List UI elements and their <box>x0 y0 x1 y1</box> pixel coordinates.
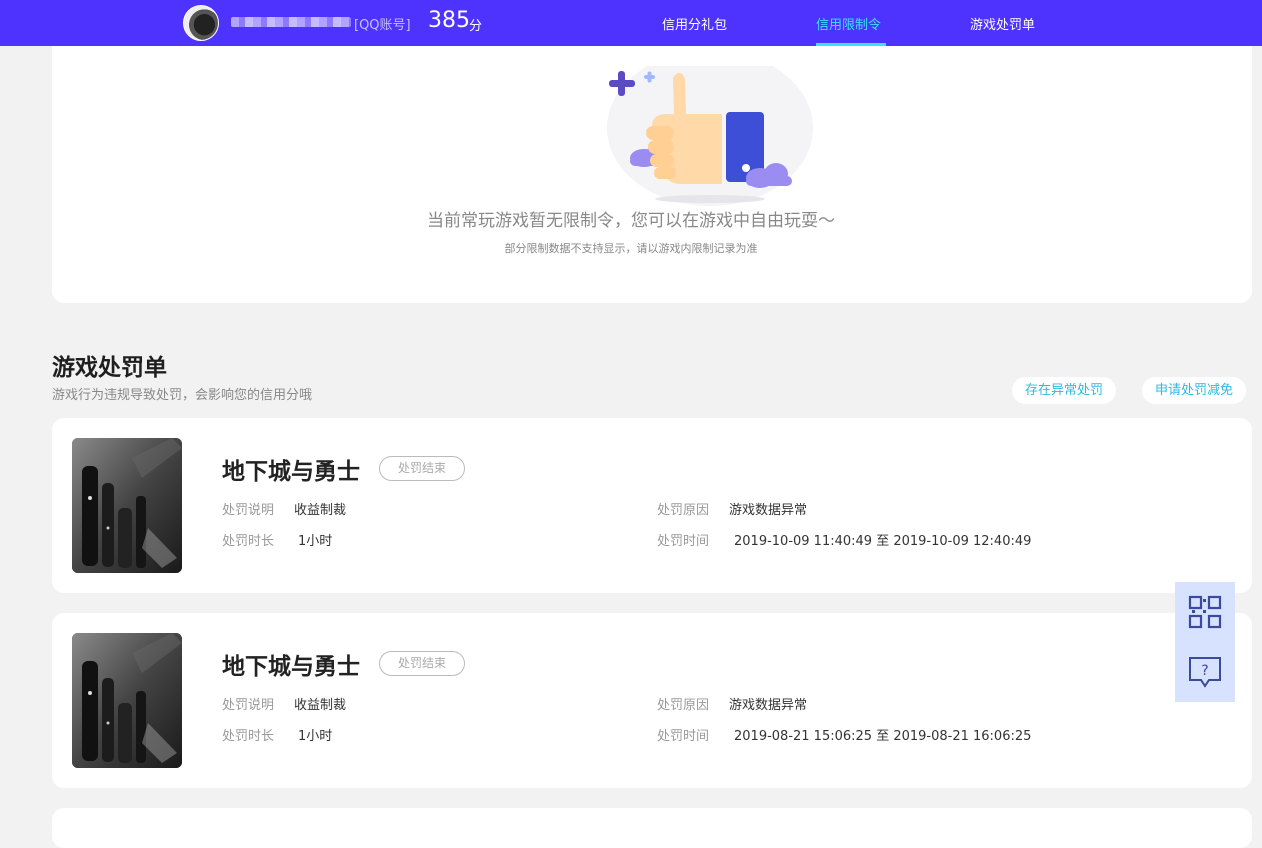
credit-score-unit: 分 <box>469 19 483 34</box>
explanation-value: 收益制裁 <box>294 698 347 713</box>
time-value: 2019-08-21 15:06:25 至 2019-08-21 16:06:2… <box>734 729 1032 744</box>
reason-label: 处罚原因 <box>657 503 710 518</box>
explanation-label: 处罚说明 <box>222 503 275 518</box>
time-label: 处罚时间 <box>657 729 710 744</box>
duration-value: 1小时 <box>298 534 333 549</box>
penalty-card-partial <box>52 808 1252 848</box>
top-bar: [QQ账号] 385 分 信用分礼包 信用限制令 游戏处罚单 <box>0 0 1262 46</box>
thumbs-up-illustration <box>607 66 813 206</box>
time-value: 2019-10-09 11:40:49 至 2019-10-09 12:40:4… <box>734 534 1032 549</box>
game-cover-image <box>72 633 182 768</box>
feedback-button[interactable]: ? <box>1175 642 1235 702</box>
qr-code-icon <box>1188 595 1222 629</box>
duration-value: 1小时 <box>298 729 333 744</box>
game-cover-image <box>72 438 182 573</box>
nav-active-underline <box>816 43 886 46</box>
nav-credit-gift[interactable]: 信用分礼包 <box>662 14 727 33</box>
duration-label: 处罚时长 <box>222 729 275 744</box>
section-description: 游戏行为违规导致处罚，会影响您的信用分哦 <box>52 388 313 403</box>
penalty-card: 地下城与勇士 处罚结束 处罚说明 收益制裁 处罚时长 1小时 处罚原因 游戏数据… <box>52 418 1252 593</box>
section-title: 游戏处罚单 <box>52 355 167 381</box>
status-badge: 处罚结束 <box>379 651 465 676</box>
appeal-reduction-button[interactable]: 申请处罚减免 <box>1142 377 1247 404</box>
restriction-message: 当前常玩游戏暂无限制令，您可以在游戏中自由玩耍～ <box>427 211 835 231</box>
penalty-card: 地下城与勇士 处罚结束 处罚说明 收益制裁 处罚时长 1小时 处罚原因 游戏数据… <box>52 613 1252 788</box>
reason-value: 游戏数据异常 <box>729 503 808 518</box>
reason-label: 处罚原因 <box>657 698 710 713</box>
qr-code-button[interactable] <box>1175 582 1235 642</box>
avatar[interactable] <box>183 5 219 41</box>
restriction-note: 部分限制数据不支持显示，请以游戏内限制记录为准 <box>504 242 758 255</box>
explanation-value: 收益制裁 <box>294 503 347 518</box>
nav-game-penalty[interactable]: 游戏处罚单 <box>970 14 1035 33</box>
feedback-question-icon: ? <box>1189 657 1221 688</box>
credit-score: 385 <box>428 8 470 33</box>
game-name: 地下城与勇士 <box>222 654 360 680</box>
account-type: [QQ账号] <box>354 18 411 33</box>
nav-credit-restriction[interactable]: 信用限制令 <box>816 14 881 33</box>
reason-value: 游戏数据异常 <box>729 698 808 713</box>
time-label: 处罚时间 <box>657 534 710 549</box>
game-name: 地下城与勇士 <box>222 459 360 485</box>
duration-label: 处罚时长 <box>222 534 275 549</box>
restriction-card <box>52 30 1252 303</box>
svg-text:?: ? <box>1201 663 1208 679</box>
status-badge: 处罚结束 <box>379 456 465 481</box>
blurred-username <box>231 17 351 27</box>
abnormal-penalty-button[interactable]: 存在异常处罚 <box>1012 377 1117 404</box>
explanation-label: 处罚说明 <box>222 698 275 713</box>
